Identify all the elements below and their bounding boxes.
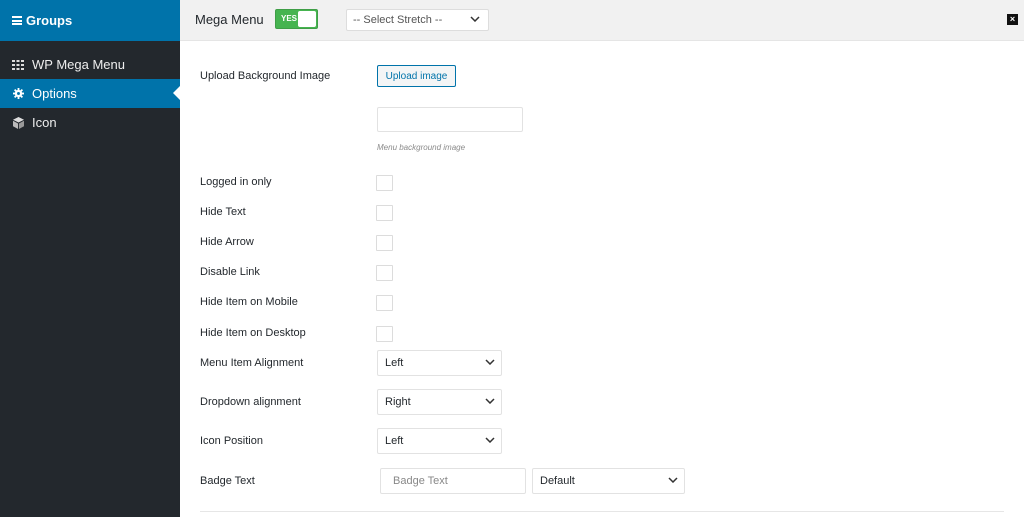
sidebar-item-label: WP Mega Menu [32,57,125,72]
sidebar-item-wp-mega-menu[interactable]: WP Mega Menu [0,50,180,79]
chevron-down-icon [470,16,480,22]
menu-item-alignment-select[interactable]: Left [377,350,502,376]
logged-in-only-label: Logged in only [200,176,272,188]
logged-in-only-checkbox[interactable] [376,175,393,191]
hide-arrow-label: Hide Arrow [200,236,254,248]
badge-style-select[interactable]: Default [532,468,685,494]
toggle-knob [298,11,316,27]
gear-icon [12,88,24,100]
upload-image-button[interactable]: Upload image [377,65,456,87]
stretch-select-value: -- Select Stretch -- [353,14,443,26]
badge-text-label: Badge Text [200,475,255,487]
stretch-select[interactable]: -- Select Stretch -- [346,9,489,31]
top-bar: Mega Menu YES -- Select Stretch -- × [180,0,1024,41]
divider [200,511,1004,512]
badge-text-input[interactable]: Badge Text [380,468,526,494]
badge-style-value: Default [540,475,575,487]
sidebar-item-label: Options [32,86,77,101]
icon-position-value: Left [385,435,404,447]
options-panel: Upload Background Image Upload image Men… [180,41,1024,517]
close-icon[interactable]: × [1007,14,1018,25]
hide-text-checkbox[interactable] [376,205,393,221]
upload-background-label: Upload Background Image [200,70,331,82]
menu-item-alignment-value: Left [385,357,404,369]
chevron-down-icon [485,398,495,404]
hide-arrow-checkbox[interactable] [376,235,393,251]
cube-icon [12,116,24,129]
sidebar-header: Groups [0,0,180,41]
dropdown-alignment-select[interactable]: Right [377,389,502,415]
hide-on-desktop-label: Hide Item on Desktop [200,327,306,339]
menu-item-alignment-label: Menu Item Alignment [200,357,304,369]
upload-hint: Menu background image [377,143,466,152]
icon-position-select[interactable]: Left [377,428,502,454]
sidebar-title: Groups [26,13,73,28]
icon-position-label: Icon Position [200,435,263,447]
hide-on-mobile-label: Hide Item on Mobile [200,296,298,308]
dropdown-alignment-value: Right [385,396,411,408]
sidebar-item-options[interactable]: Options [0,79,180,108]
toggle-label: YES [281,14,298,23]
disable-link-label: Disable Link [200,266,260,278]
disable-link-checkbox[interactable] [376,265,393,281]
mega-menu-title: Mega Menu [195,12,264,27]
hide-on-desktop-checkbox[interactable] [376,326,393,342]
chevron-down-icon [485,359,495,365]
chevron-down-icon [485,437,495,443]
sidebar-item-icon[interactable]: Icon [0,108,180,137]
menu-icon [12,16,22,25]
grid-icon [12,59,24,71]
sidebar: Groups WP Mega Menu Options Icon [0,0,180,517]
mega-menu-toggle[interactable]: YES [275,9,318,29]
background-image-field[interactable] [377,107,523,132]
dropdown-alignment-label: Dropdown alignment [200,396,301,408]
sidebar-item-label: Icon [32,115,57,130]
hide-text-label: Hide Text [200,206,246,218]
chevron-down-icon [668,477,678,483]
hide-on-mobile-checkbox[interactable] [376,295,393,311]
